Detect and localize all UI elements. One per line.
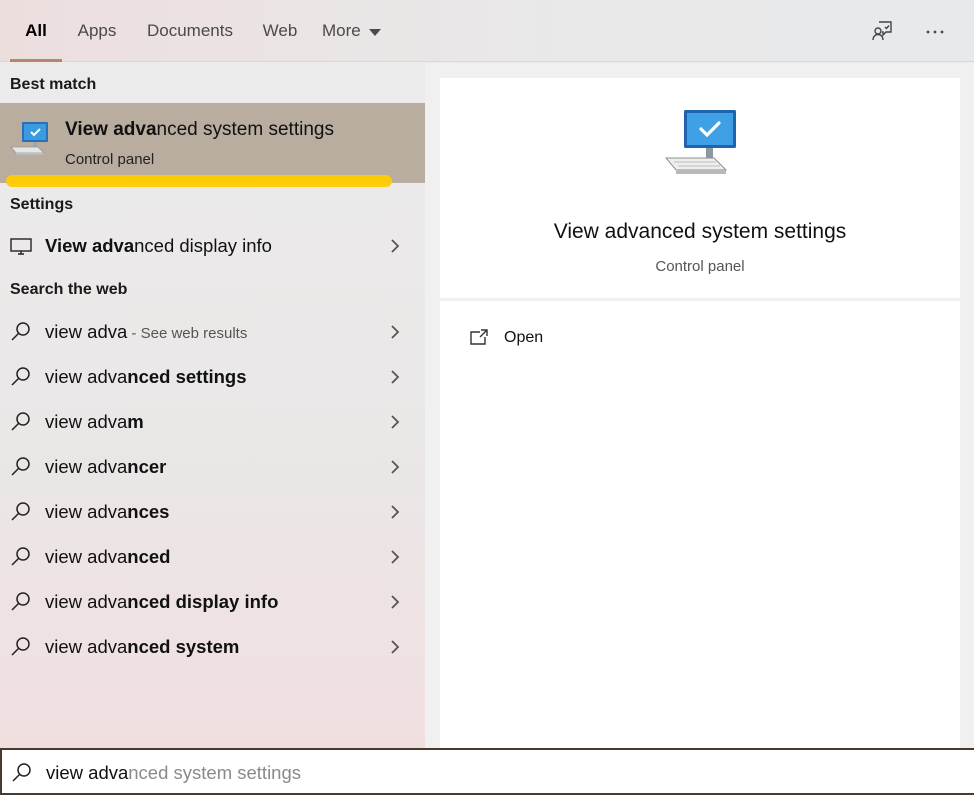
tab-all[interactable]: All (10, 0, 62, 62)
web-suggestion-label: view advanced (45, 545, 171, 567)
search-autocomplete-text: nced system settings (128, 762, 302, 783)
web-suggestion-label: view advam (45, 410, 144, 432)
tab-apps[interactable]: Apps (72, 0, 122, 62)
best-match-item[interactable]: View advanced system settings Control pa… (0, 103, 425, 183)
search-icon (11, 322, 30, 341)
chevron-right-icon (391, 460, 400, 474)
results-pane: Best match View advanced system settings… (0, 63, 425, 748)
tab-web[interactable]: Web (256, 0, 304, 62)
feedback-icon[interactable] (865, 14, 899, 48)
chevron-right-icon (391, 325, 400, 339)
web-suggestion-item[interactable]: view advanced system (0, 624, 425, 669)
web-suggestion-label: view advanced system (45, 635, 240, 657)
web-suggestion-label: view advanced settings (45, 365, 247, 387)
action-list: Open (440, 301, 960, 748)
preview-pane: View advanced system settings Control pa… (425, 63, 974, 748)
section-settings: Settings (10, 196, 74, 213)
caret-down-icon (368, 28, 381, 36)
search-query: view advanced system settings (46, 762, 301, 784)
open-external-icon (470, 329, 488, 345)
web-suggestion-item[interactable]: view advam (0, 399, 425, 444)
preview-title: View advanced system settings (553, 220, 847, 243)
search-icon (11, 592, 30, 611)
web-suggestion-item[interactable]: view advancer (0, 444, 425, 489)
preview-card: View advanced system settings Control pa… (440, 78, 960, 298)
chevron-right-icon (391, 239, 400, 253)
highlight-annotation (6, 175, 392, 187)
web-suggestion-item[interactable]: view advanced settings (0, 354, 425, 399)
search-icon (11, 457, 30, 476)
search-scope-tab-bar: All Apps Documents Web More (0, 0, 974, 62)
search-icon (12, 763, 31, 782)
web-suggestion-item[interactable]: view adva - See web results (0, 309, 425, 354)
search-icon (11, 547, 30, 566)
web-suggestion-label: view adva - See web results (45, 320, 248, 342)
section-best-match: Best match (10, 76, 97, 93)
web-suggestion-label: view advancer (45, 455, 167, 477)
preview-subtitle: Control panel (655, 258, 745, 275)
open-action[interactable]: Open (468, 321, 668, 355)
open-action-label: Open (504, 329, 544, 346)
tab-documents[interactable]: Documents (140, 0, 240, 62)
web-suggestion-item[interactable]: view advanced (0, 534, 425, 579)
search-icon (11, 367, 30, 386)
chevron-right-icon (391, 550, 400, 564)
chevron-right-icon (391, 415, 400, 429)
computer-monitor-icon (10, 122, 48, 155)
search-typed-text: view adva (46, 762, 129, 783)
chevron-right-icon (391, 640, 400, 654)
settings-item-display-info[interactable]: View advanced display info (0, 223, 425, 268)
display-icon (10, 238, 32, 255)
web-suggestion-item[interactable]: view advances (0, 489, 425, 534)
tab-more[interactable]: More (322, 0, 394, 62)
section-search-the-web: Search the web (10, 281, 128, 298)
best-match-title: View advanced system settings (65, 119, 334, 140)
tab-more-label: More (322, 21, 361, 40)
chevron-right-icon (391, 505, 400, 519)
search-icon (11, 637, 30, 656)
chevron-right-icon (391, 370, 400, 384)
settings-item-label: View advanced display info (45, 234, 272, 256)
more-options-icon[interactable] (918, 14, 952, 48)
web-suggestion-item[interactable]: view advanced display info (0, 579, 425, 624)
search-icon (11, 502, 30, 521)
chevron-right-icon (391, 595, 400, 609)
search-icon (11, 412, 30, 431)
best-match-subtitle: Control panel (65, 151, 155, 168)
web-suggestion-label: view advanced display info (45, 590, 279, 612)
search-input[interactable]: view advanced system settings (0, 748, 974, 795)
web-suggestion-label: view advances (45, 500, 170, 522)
computer-monitor-icon (664, 110, 736, 174)
